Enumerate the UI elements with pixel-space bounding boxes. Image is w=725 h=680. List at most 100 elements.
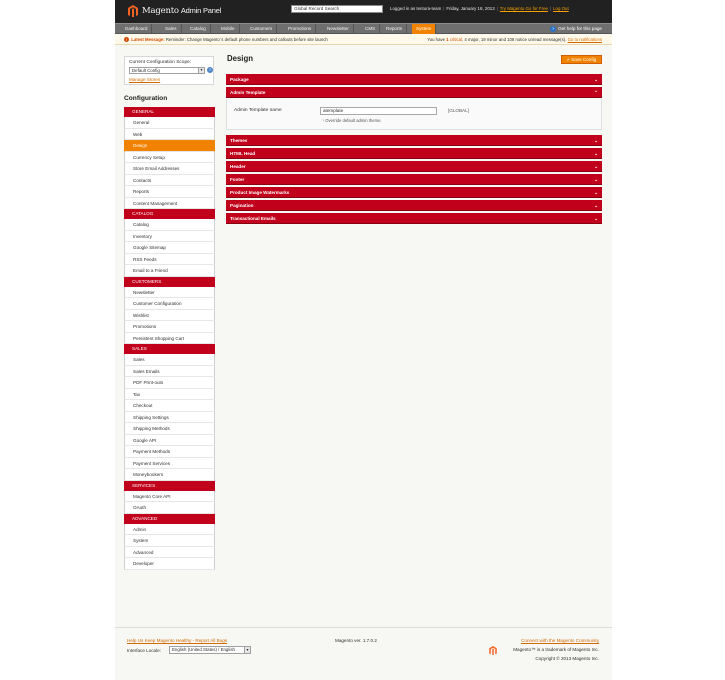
- nav-mobile[interactable]: Mobile: [217, 24, 240, 34]
- admin-footer: Help Us Keep Magento Healthy - Report Al…: [115, 627, 612, 667]
- try-magento-go-link[interactable]: Try Magento Go for Free: [500, 6, 548, 11]
- sidebar-item-contacts[interactable]: Contacts: [124, 174, 215, 186]
- sidebar-item-currency-setup[interactable]: Currency Setup: [124, 151, 215, 163]
- sidebar-item-newsletter[interactable]: Newsletter: [124, 286, 215, 298]
- sidebar-item-moneybookers[interactable]: Moneybookers: [124, 469, 215, 481]
- section-themes[interactable]: Themes ⌄: [226, 135, 602, 146]
- sidebar-item-tax[interactable]: Tax: [124, 388, 215, 400]
- section-package[interactable]: Package ⌄: [226, 74, 602, 85]
- sidebar-item-shipping-settings[interactable]: Shipping Settings: [124, 411, 215, 423]
- sidebar-item-store-email-addresses[interactable]: Store Email Addresses: [124, 163, 215, 175]
- sidebar-group-sales: SALES: [124, 344, 215, 354]
- sidebar-item-content-management[interactable]: Content Management: [124, 197, 215, 209]
- chevron-down-icon: ⌄: [594, 77, 598, 82]
- report-bugs-link[interactable]: Help Us Keep Magento Healthy - Report Al…: [127, 638, 227, 643]
- trademark-text: Magento™ is a trademark of Magento Inc.: [513, 647, 599, 652]
- sidebar-item-oauth[interactable]: OAuth: [124, 502, 215, 514]
- sidebar-item-pdf-print-outs[interactable]: PDF Print-outs: [124, 377, 215, 389]
- section-html-head[interactable]: HTML Head ⌄: [226, 148, 602, 159]
- nav-system[interactable]: System: [412, 24, 437, 34]
- sidebar-item-admin[interactable]: Admin: [124, 523, 215, 535]
- sidebar-item-reports[interactable]: Reports: [124, 186, 215, 198]
- go-to-notifications-link[interactable]: Go to notifications: [568, 37, 602, 42]
- sidebar-item-advanced[interactable]: Advanced: [124, 546, 215, 558]
- sidebar-item-customer-configuration[interactable]: Customer Configuration: [124, 298, 215, 310]
- chevron-down-icon: ⌄: [594, 203, 598, 208]
- chevron-down-icon: ⌄: [594, 138, 598, 143]
- help-link[interactable]: ? Get help for this page: [550, 25, 602, 33]
- interface-locale-select[interactable]: English (United States) / English ▼: [169, 646, 251, 654]
- field-scope-label: [GLOBAL]: [448, 108, 469, 113]
- sidebar-item-checkout[interactable]: Checkout: [124, 400, 215, 412]
- section-admin-template[interactable]: Admin Template ⌃: [226, 87, 602, 98]
- admin-template-fieldset: Admin Template name atemplate [GLOBAL] ↑…: [226, 99, 602, 130]
- configuration-title: Configuration: [124, 95, 168, 102]
- logout-link[interactable]: Log Out: [553, 6, 569, 11]
- sidebar-group-general: GENERAL: [124, 107, 215, 117]
- magento-footer-logo-icon: [489, 646, 497, 655]
- magento-version: Magento ver. 1.7.0.2: [335, 638, 377, 643]
- sidebar-item-persistent-shopping-cart[interactable]: Persistent Shopping Cart: [124, 332, 215, 344]
- main-nav: Dashboard Sales Catalog Mobile Customers…: [115, 23, 612, 34]
- sidebar-item-system[interactable]: System: [124, 535, 215, 547]
- chevron-down-icon: ▼: [244, 647, 250, 653]
- page-title: Design: [227, 54, 253, 63]
- sidebar-item-email-to-a-friend[interactable]: Email to a Friend: [124, 265, 215, 277]
- nav-dashboard[interactable]: Dashboard: [121, 24, 153, 34]
- copyright-text: Copyright © 2013 Magento Inc.: [535, 656, 599, 661]
- nav-cms[interactable]: CMS: [361, 24, 381, 34]
- field-note: ↑ Override default admin theme.: [322, 118, 382, 123]
- sidebar-item-google-api[interactable]: Google API: [124, 434, 215, 446]
- nav-customers[interactable]: Customers: [246, 24, 278, 34]
- footer-divider: [115, 627, 612, 628]
- section-pagination[interactable]: Pagination ⌄: [226, 200, 602, 211]
- nav-sales[interactable]: Sales: [161, 24, 182, 34]
- chevron-down-icon: ⌄: [594, 216, 598, 221]
- admin-template-name-label: Admin Template name: [234, 108, 282, 113]
- admin-template-name-input[interactable]: atemplate: [320, 107, 437, 115]
- interface-locale-label: Interface Locale:: [127, 648, 161, 653]
- sidebar-item-promotions[interactable]: Promotions: [124, 321, 215, 333]
- scope-select[interactable]: Default Config ▼: [129, 67, 205, 74]
- config-scope-box: Current Configuration Scope: Default Con…: [124, 56, 214, 85]
- sidebar-group-customers: CUSTOMERS: [124, 276, 215, 287]
- save-config-button[interactable]: ✔Save Config: [561, 55, 602, 64]
- sidebar-item-shipping-methods[interactable]: Shipping Methods: [124, 423, 215, 435]
- sidebar-group-advanced: ADVANCED: [124, 513, 215, 524]
- nav-promotions[interactable]: Promotions: [284, 24, 317, 34]
- scope-label: Current Configuration Scope:: [129, 60, 192, 65]
- nav-newsletter[interactable]: Newsletter: [323, 24, 354, 34]
- checkmark-icon: ✔: [566, 57, 571, 62]
- sidebar-item-payment-services[interactable]: Payment Services: [124, 457, 215, 469]
- section-footer[interactable]: Footer ⌄: [226, 174, 602, 185]
- help-icon: ?: [550, 25, 557, 32]
- sidebar-item-rss-feeds[interactable]: RSS Feeds: [124, 253, 215, 265]
- nav-catalog[interactable]: Catalog: [186, 24, 211, 34]
- header-links: Logged in as tentura-team | Friday, Januar…: [390, 6, 569, 11]
- global-search-input[interactable]: Global Record Search: [291, 5, 383, 13]
- logo-text: Magento Admin Panel: [142, 6, 222, 16]
- scope-help-icon[interactable]: ?: [207, 67, 213, 73]
- sidebar-item-google-sitemap[interactable]: Google Sitemap: [124, 242, 215, 254]
- sidebar-item-inventory[interactable]: Inventory: [124, 230, 215, 242]
- sidebar-item-developer[interactable]: Developer: [124, 558, 215, 570]
- nav-reports[interactable]: Reports: [382, 24, 408, 34]
- sidebar-item-general[interactable]: General: [124, 117, 215, 129]
- manage-stores-link[interactable]: Manage Stores: [129, 77, 160, 82]
- date-text: Friday, January 18, 2013: [446, 6, 495, 11]
- sidebar-item-payment-methods[interactable]: Payment Methods: [124, 446, 215, 458]
- section-product-image-watermarks[interactable]: Product Image Watermarks ⌄: [226, 187, 602, 198]
- sidebar-item-sales-emails[interactable]: Sales Emails: [124, 365, 215, 377]
- sidebar-item-web[interactable]: Web: [124, 128, 215, 140]
- sidebar-item-wishlist[interactable]: Wishlist: [124, 309, 215, 321]
- sidebar-group-catalog: CATALOG: [124, 209, 215, 219]
- sidebar-item-catalog[interactable]: Catalog: [124, 219, 215, 231]
- admin-header: Magento Admin Panel Global Record Search …: [115, 0, 612, 23]
- magento-community-link[interactable]: Connect with the Magento Community: [521, 638, 599, 643]
- section-transactional-emails[interactable]: Transactional Emails ⌄: [226, 213, 602, 224]
- sidebar-item-design[interactable]: Design: [124, 140, 215, 152]
- section-header[interactable]: Header ⌄: [226, 161, 602, 172]
- sidebar-item-sales[interactable]: Sales: [124, 354, 215, 366]
- magento-logo-icon: [128, 5, 138, 17]
- sidebar-item-magento-core-api[interactable]: Magento Core API: [124, 490, 215, 502]
